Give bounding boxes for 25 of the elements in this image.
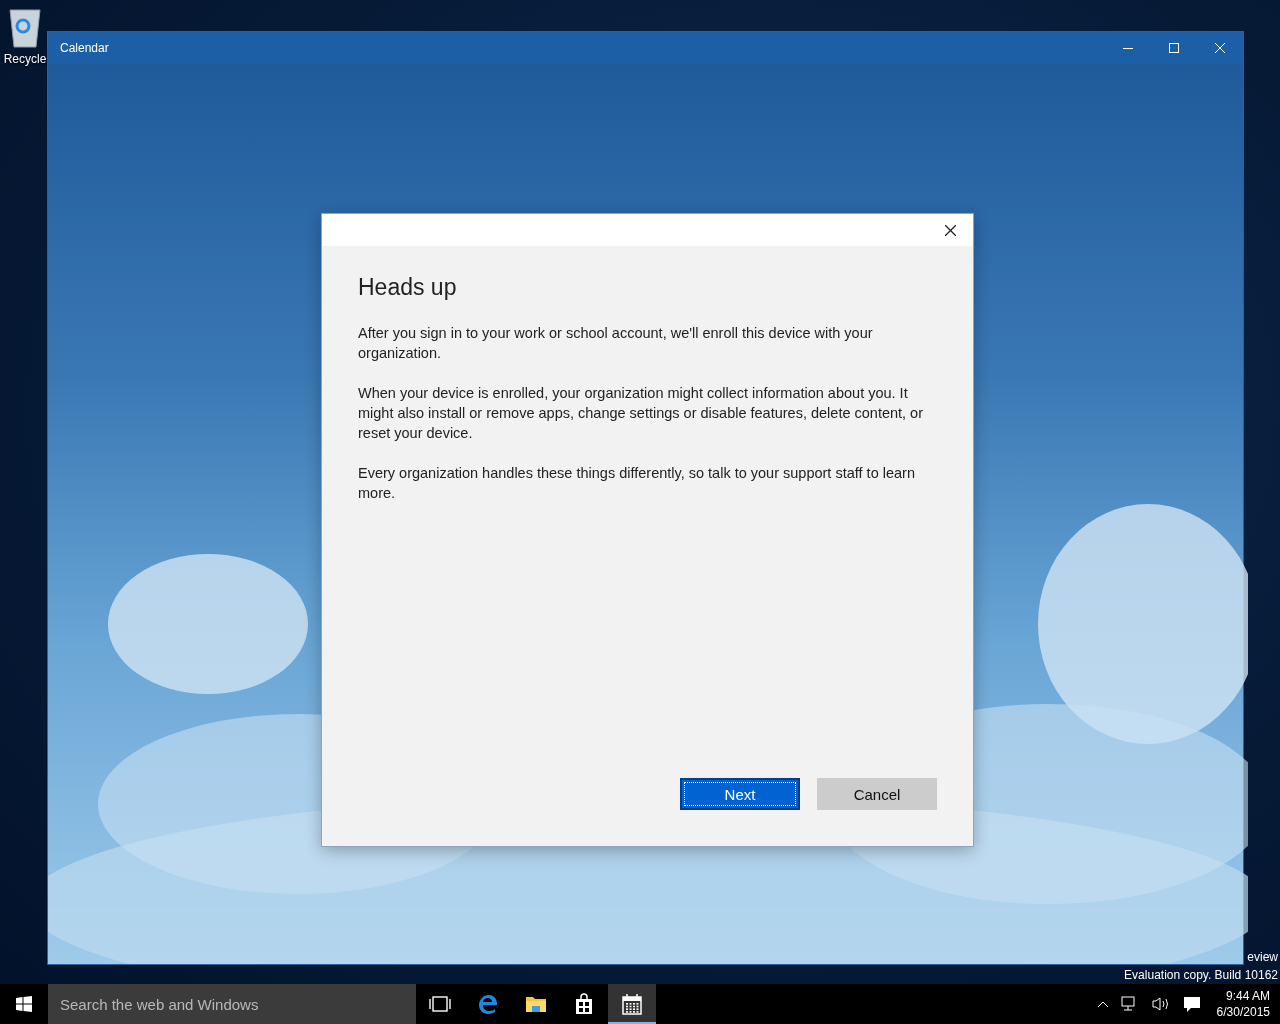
next-button[interactable]: Next: [680, 778, 800, 810]
dialog-title: Heads up: [358, 274, 458, 301]
search-field[interactable]: Search the web and Windows: [48, 984, 416, 1024]
dialog-paragraph: After you sign in to your work or school account, we'll enroll this device with your organization.: [358, 324, 874, 363]
windows-logo-icon: [16, 996, 32, 1012]
calendar-icon: [621, 993, 643, 1015]
maximize-icon: [1169, 43, 1179, 53]
clock-date: 6/30/2015: [1216, 1005, 1270, 1019]
dialog-paragraph: Every organization handles these things differently, so talk to your support staff to learn more.: [358, 464, 916, 503]
folder-icon: [525, 994, 547, 1014]
store-icon: [574, 993, 594, 1015]
browser-icon: [477, 993, 499, 1015]
window-title: Calendar: [60, 41, 110, 55]
dialog-paragraph: When your device is enrolled, your organization might collect information about you. It might also install or remove apps, change settings or disable features, delete content, or reset your device.: [358, 384, 924, 443]
desktop-icon-label: Recycle: [3, 52, 47, 66]
close-icon: [1215, 43, 1225, 53]
recycle-bin-icon[interactable]: [6, 6, 44, 48]
taskbar-app-button[interactable]: [608, 984, 656, 1024]
clock-time: 9:44 AM: [1225, 989, 1270, 1003]
cancel-button[interactable]: Cancel: [817, 778, 937, 810]
close-icon: [944, 224, 956, 236]
build-notice-text: Evaluation copy. Build 10162: [1124, 968, 1278, 982]
minimize-icon: [1123, 47, 1133, 49]
task-view-icon: [429, 996, 451, 1012]
build-notice-text: eview: [1247, 950, 1278, 964]
